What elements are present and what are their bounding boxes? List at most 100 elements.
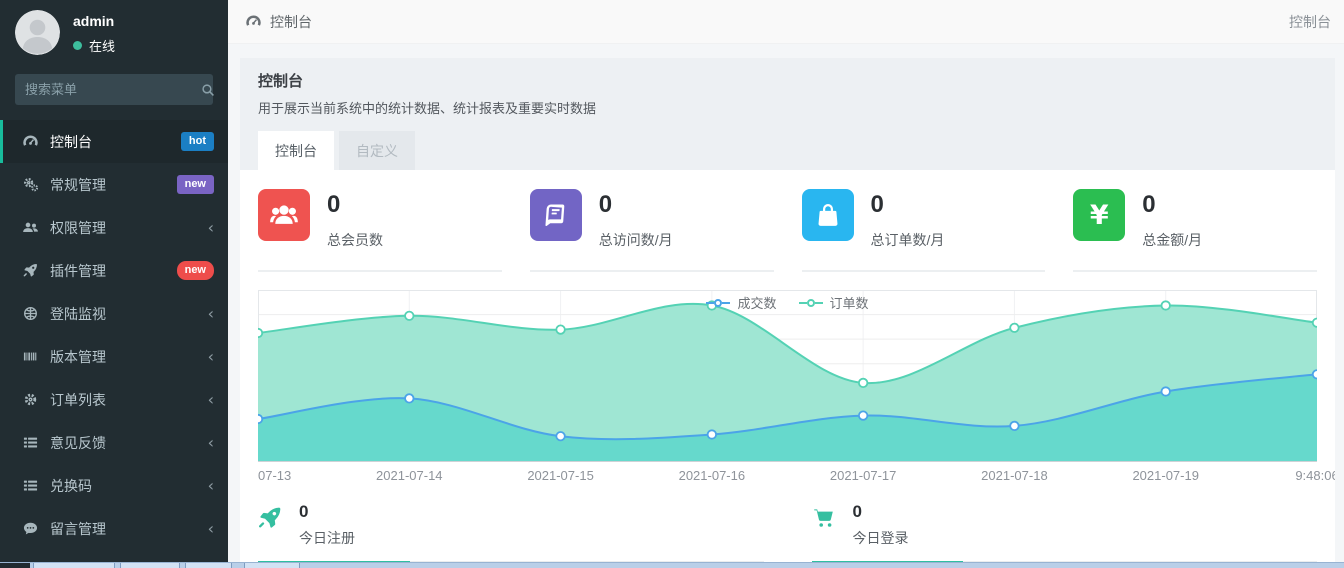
sidebar-item-2[interactable]: 权限管理 ‹	[0, 206, 228, 249]
sidebar-item-8[interactable]: 兑换码 ‹	[0, 464, 228, 507]
sidebar-item-label: 插件管理	[50, 261, 106, 281]
top-navbar: 控制台 控制台	[228, 0, 1344, 44]
orders-chart[interactable]: 成交数 订单数 07-13 2021-07-14 2021-07-15 2021-07-…	[258, 290, 1317, 485]
taskbar-window-button[interactable]	[120, 563, 180, 568]
page-subtitle: 用于展示当前系统中的统计数据、统计报表及重要实时数据	[258, 98, 1317, 117]
page-title: 控制台	[258, 70, 1317, 91]
menu-badge: hot	[181, 132, 214, 150]
chart-x-axis: 07-13 2021-07-14 2021-07-15 2021-07-16 2021-…	[258, 462, 1317, 485]
user-panel: admin 在线	[0, 0, 228, 61]
legend-item[interactable]: 成交数	[706, 293, 776, 312]
menu-badge: new	[177, 175, 214, 193]
user-status: 在线	[73, 36, 115, 55]
bottom-stats: 0今日注册0今日登录00	[258, 501, 1317, 568]
sidebar-item-4[interactable]: 登陆监视 ‹	[0, 292, 228, 335]
taskbar-window-button[interactable]	[185, 563, 232, 568]
gauge-icon	[246, 14, 262, 29]
stat-value: 0	[871, 193, 945, 217]
stat-card: 0总会员数	[258, 189, 502, 272]
legend-label: 订单数	[830, 293, 869, 312]
app-window: admin 在线 控制台hot常规管理new权限管理‹插件管理new登陆监视‹版…	[0, 0, 1344, 568]
main-area: 控制台 控制台 控制台 用于展示当前系统中的统计数据、统计报表及重要实时数据 控…	[228, 0, 1344, 568]
rocket-icon	[23, 263, 39, 278]
search-icon[interactable]	[201, 83, 215, 97]
sidebar-item-label: 意见反馈	[50, 433, 106, 453]
sidebar-item-label: 留言管理	[50, 519, 106, 539]
stat-label: 总金额/月	[1142, 230, 1202, 250]
cog-icon	[23, 392, 39, 407]
tab-0[interactable]: 控制台	[258, 131, 334, 170]
users-icon	[23, 220, 39, 235]
sidebar-item-label: 订单列表	[50, 390, 106, 410]
x-tick-label: 07-13	[258, 468, 291, 483]
sidebar-item-label: 兑换码	[50, 476, 92, 496]
tab-1[interactable]: 自定义	[339, 131, 415, 170]
stat-label: 总访问数/月	[599, 230, 673, 250]
sidebar-item-9[interactable]: 留言管理‹	[0, 507, 228, 550]
gears-icon	[23, 177, 39, 192]
navbar-right-link[interactable]: 控制台	[1289, 12, 1331, 32]
sidebar-item-0[interactable]: 控制台 hot	[0, 120, 228, 163]
tab-bar: 控制台自定义	[258, 131, 1317, 170]
mini-stat-label: 今日注册	[299, 528, 355, 548]
x-tick-label: 2021-07-19	[1132, 468, 1199, 483]
person-icon	[15, 10, 60, 55]
search-input[interactable]	[25, 82, 201, 97]
chevron-left-icon: ‹	[208, 220, 214, 236]
stat-card: 0总订单数/月	[802, 189, 1046, 272]
chart-legend: 成交数 订单数	[258, 293, 1317, 312]
sidebar-item-label: 控制台	[50, 132, 92, 152]
chevron-left-icon: ‹	[208, 349, 214, 365]
book-icon	[530, 189, 582, 241]
cart-icon	[812, 506, 838, 532]
dashboard-panel: 控制台 用于展示当前系统中的统计数据、统计报表及重要实时数据 控制台自定义 0总…	[240, 58, 1335, 568]
list-icon	[23, 478, 39, 493]
x-tick-label: 2021-07-14	[376, 468, 443, 483]
sidebar-item-label: 常规管理	[50, 175, 106, 195]
mini-stat: 0今日登录	[812, 501, 1318, 564]
sidebar-item-label: 登陆监视	[50, 304, 106, 324]
x-tick-label: 2021-07-15	[527, 468, 594, 483]
content-wrapper: 控制台 用于展示当前系统中的统计数据、统计报表及重要实时数据 控制台自定义 0总…	[228, 44, 1344, 568]
list-icon	[23, 435, 39, 450]
area-chart-plot[interactable]	[258, 290, 1317, 462]
stat-value: 0	[327, 193, 383, 217]
sidebar-search	[15, 74, 213, 105]
sidebar-item-3[interactable]: 插件管理 new	[0, 249, 228, 292]
x-tick-label: 2021-07-16	[679, 468, 746, 483]
breadcrumb[interactable]: 控制台	[246, 12, 312, 32]
bag-icon	[802, 189, 854, 241]
sidebar-item-5[interactable]: 版本管理 ‹	[0, 335, 228, 378]
menu-badge: new	[177, 261, 214, 279]
legend-label: 成交数	[737, 293, 776, 312]
mini-stat-value: 0	[853, 503, 909, 520]
legend-item[interactable]: 订单数	[799, 293, 869, 312]
comment-icon	[23, 521, 39, 536]
globe-icon	[23, 306, 39, 321]
online-dot-icon	[73, 41, 82, 50]
panel-body: 0总会员数0总访问数/月0总订单数/月¥0总金额/月 成交数订单数 07-132…	[240, 170, 1335, 568]
gauge-icon	[23, 134, 39, 149]
mini-stat: 0 今日注册	[258, 501, 764, 564]
sidebar-item-1[interactable]: 常规管理 new	[0, 163, 228, 206]
sidebar-menu: 控制台 hot 常规管理 new 权限管理 ‹ 插件管理 new 登陆监视 ‹ 版本管理 ‹ 订单列表 ‹…	[0, 120, 228, 568]
chevron-left-icon: ‹	[208, 478, 214, 494]
members-icon	[258, 189, 310, 241]
taskbar-start-area[interactable]	[0, 563, 30, 568]
chevron-left-icon: ‹	[208, 392, 214, 408]
sidebar-item-label: 权限管理	[50, 218, 106, 238]
taskbar-window-button[interactable]	[244, 563, 300, 568]
rocket-icon	[258, 506, 284, 532]
x-tick-label: 9:48:06	[1295, 468, 1335, 483]
chevron-left-icon: ‹	[208, 435, 214, 451]
mini-stat-value: 0	[299, 503, 355, 520]
sidebar-item-6[interactable]: 订单列表 ‹	[0, 378, 228, 421]
panel-header: 控制台 用于展示当前系统中的统计数据、统计报表及重要实时数据 控制台自定义	[240, 58, 1335, 170]
taskbar-window-button[interactable]	[33, 563, 115, 568]
barcode-icon	[23, 349, 39, 364]
sidebar-item-7[interactable]: 意见反馈 ‹	[0, 421, 228, 464]
avatar[interactable]	[15, 10, 60, 55]
stat-card: 0总访问数/月	[530, 189, 774, 272]
chevron-left-icon: ‹	[208, 306, 214, 322]
sidebar-item-label: 版本管理	[50, 347, 106, 367]
